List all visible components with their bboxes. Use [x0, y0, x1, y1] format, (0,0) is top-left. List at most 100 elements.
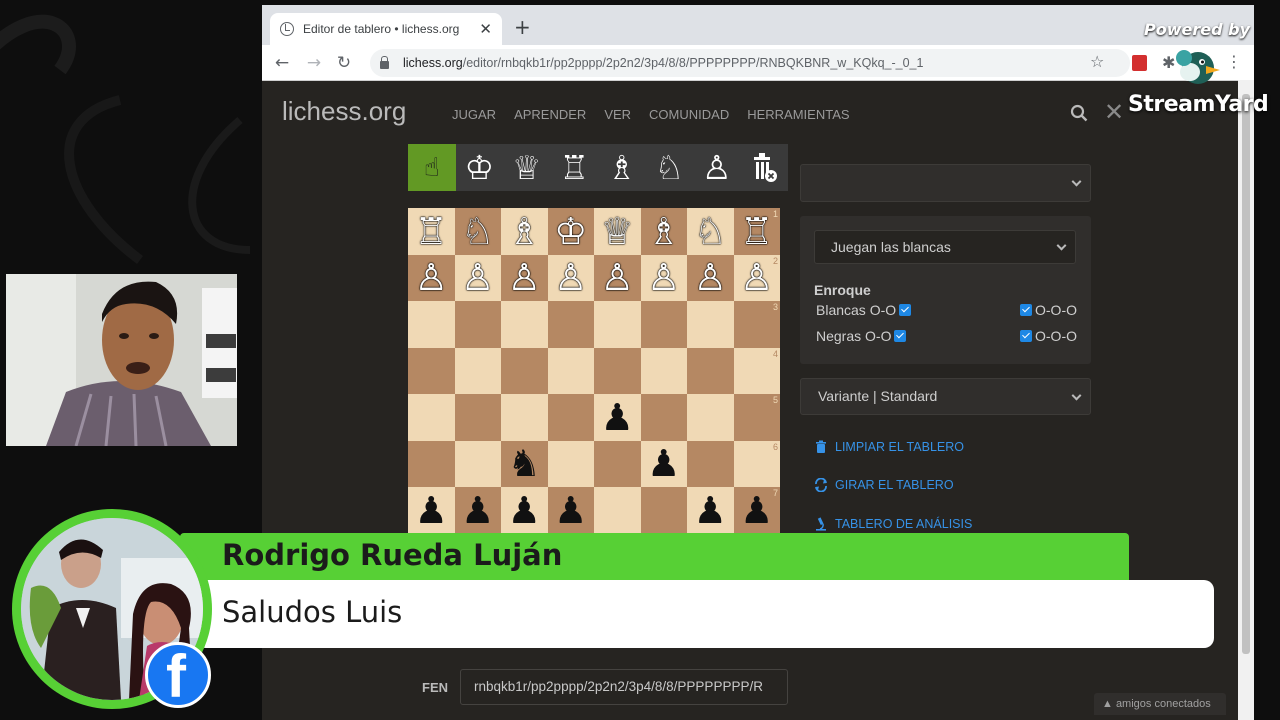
nav-comunidad[interactable]: COMUNIDAD — [649, 107, 729, 122]
board-square[interactable]: 4 — [733, 347, 780, 394]
board-square[interactable]: ♞ — [501, 440, 548, 487]
board-square[interactable] — [454, 440, 501, 487]
pdf-extension-icon[interactable] — [1132, 55, 1147, 71]
chess-piece[interactable]: ♙ — [694, 259, 727, 296]
chess-piece[interactable]: ♟ — [554, 492, 587, 529]
board-square[interactable]: ♙ — [640, 254, 687, 301]
black-ooo-option[interactable]: O-O-O — [1020, 328, 1077, 344]
fen-input[interactable]: rnbqkb1r/pp2pppp/2p2n2/3p4/8/8/PPPPPPPP/… — [460, 669, 788, 705]
chess-piece[interactable]: ♙ — [554, 259, 587, 296]
board-square[interactable] — [454, 394, 501, 441]
board-square[interactable] — [547, 394, 594, 441]
king-tool[interactable]: ♔ — [456, 144, 504, 191]
browser-menu-icon[interactable]: ⋮ — [1226, 52, 1242, 71]
board-square[interactable] — [594, 347, 641, 394]
turn-select[interactable]: Juegan las blancas — [814, 230, 1076, 264]
chess-piece[interactable]: ♙ — [508, 259, 541, 296]
board-square[interactable] — [454, 347, 501, 394]
board-square[interactable]: 6 — [733, 440, 780, 487]
chess-piece[interactable]: ♙ — [601, 259, 634, 296]
position-select[interactable] — [800, 164, 1091, 202]
nav-herramientas[interactable]: HERRAMIENTAS — [747, 107, 849, 122]
chess-piece[interactable]: ♘ — [461, 213, 494, 250]
nav-jugar[interactable]: JUGAR — [452, 107, 496, 122]
board-square[interactable] — [640, 394, 687, 441]
board-square[interactable] — [408, 347, 455, 394]
board-square[interactable]: ♟ — [594, 394, 641, 441]
board-square[interactable] — [594, 440, 641, 487]
chess-piece[interactable]: ♖ — [740, 213, 773, 250]
board-square[interactable] — [547, 301, 594, 348]
pawn-tool[interactable]: ♙ — [693, 144, 741, 191]
board-square[interactable] — [687, 394, 734, 441]
board-square[interactable] — [687, 347, 734, 394]
board-square[interactable] — [594, 301, 641, 348]
board-square[interactable] — [454, 301, 501, 348]
board-square[interactable] — [408, 301, 455, 348]
board-square[interactable] — [640, 487, 687, 534]
board-square[interactable]: ♟ — [640, 440, 687, 487]
chess-piece[interactable]: ♗ — [647, 213, 680, 250]
board-square[interactable]: ♔ — [547, 208, 594, 255]
chess-piece[interactable]: ♘ — [694, 213, 727, 250]
board-square[interactable]: ♟ 7 — [733, 487, 780, 534]
chess-piece[interactable]: ♙ — [461, 259, 494, 296]
chess-piece[interactable]: ♙ — [647, 259, 680, 296]
clear-board-button[interactable]: LIMPIAR EL TABLERO — [814, 440, 964, 454]
board-square[interactable]: ♗ — [501, 208, 548, 255]
new-tab-button[interactable]: + — [514, 15, 531, 39]
friends-online-button[interactable]: ▲ amigos conectados — [1094, 693, 1226, 715]
board-square[interactable] — [640, 301, 687, 348]
board-square[interactable] — [501, 347, 548, 394]
address-bar[interactable]: lichess.org/editor/rnbqkb1r/pp2pppp/2p2n… — [370, 49, 1130, 77]
chess-piece[interactable]: ♕ — [601, 213, 634, 250]
chess-piece[interactable]: ♙ — [740, 259, 773, 296]
black-ooo-checkbox[interactable] — [1020, 330, 1032, 342]
chess-board[interactable]: ♖ ♘ ♗ ♔ ♕ ♗ ♘ ♖ 1 ♙ ♙ ♙ ♙ ♙ ♙ ♙ ♙ 2 3 4 ♟ 5 ♞ ♟ 6 ♟ ♟ ♟ ♟ ♟ ♟ 7 — [408, 208, 780, 536]
chess-piece[interactable]: ♟ — [508, 492, 541, 529]
board-square[interactable] — [547, 347, 594, 394]
board-square[interactable]: ♙ — [408, 254, 455, 301]
chess-piece[interactable]: ♟ — [740, 492, 773, 529]
white-ooo-option[interactable]: O-O-O — [1020, 302, 1077, 318]
board-square[interactable]: ♗ — [640, 208, 687, 255]
board-square[interactable]: ♟ — [454, 487, 501, 534]
board-square[interactable]: ♙ — [547, 254, 594, 301]
forward-icon[interactable]: → — [302, 51, 326, 75]
board-square[interactable] — [687, 440, 734, 487]
board-square[interactable] — [594, 487, 641, 534]
back-icon[interactable]: ← — [270, 51, 294, 75]
board-square[interactable]: ♖ — [408, 208, 455, 255]
nav-ver[interactable]: VER — [604, 107, 631, 122]
reload-icon[interactable]: ↻ — [332, 51, 356, 75]
board-square[interactable] — [640, 347, 687, 394]
chess-piece[interactable]: ♗ — [508, 213, 541, 250]
chess-piece[interactable]: ♙ — [415, 259, 448, 296]
chess-piece[interactable]: ♔ — [554, 213, 587, 250]
bishop-tool[interactable]: ♗ — [598, 144, 646, 191]
board-square[interactable]: ♘ — [454, 208, 501, 255]
black-oo-checkbox[interactable] — [894, 330, 907, 342]
board-square[interactable]: 3 — [733, 301, 780, 348]
knight-tool[interactable]: ♘ — [646, 144, 694, 191]
nav-aprender[interactable]: APRENDER — [514, 107, 586, 122]
board-square[interactable]: ♟ — [547, 487, 594, 534]
board-square[interactable]: ♟ — [501, 487, 548, 534]
rook-tool[interactable]: ♖ — [551, 144, 599, 191]
black-oo-option[interactable]: Negras O-O — [816, 328, 907, 344]
board-square[interactable]: ♟ — [687, 487, 734, 534]
board-square[interactable] — [408, 440, 455, 487]
scrollbar-thumb[interactable] — [1242, 94, 1250, 654]
chess-piece[interactable]: ♞ — [508, 445, 541, 482]
browser-tab[interactable]: Editor de tablero • lichess.org ✕ — [270, 13, 502, 45]
page-scrollbar[interactable] — [1238, 80, 1254, 720]
board-square[interactable]: ♙ — [454, 254, 501, 301]
white-oo-option[interactable]: Blancas O-O — [816, 302, 912, 318]
site-logo[interactable]: lichess.org — [282, 96, 406, 127]
board-square[interactable] — [408, 394, 455, 441]
chess-piece[interactable]: ♟ — [694, 492, 727, 529]
chess-piece[interactable]: ♟ — [647, 445, 680, 482]
search-icon[interactable] — [1070, 104, 1088, 122]
pointer-tool[interactable]: ☝ — [408, 144, 456, 191]
board-square[interactable]: 5 — [733, 394, 780, 441]
